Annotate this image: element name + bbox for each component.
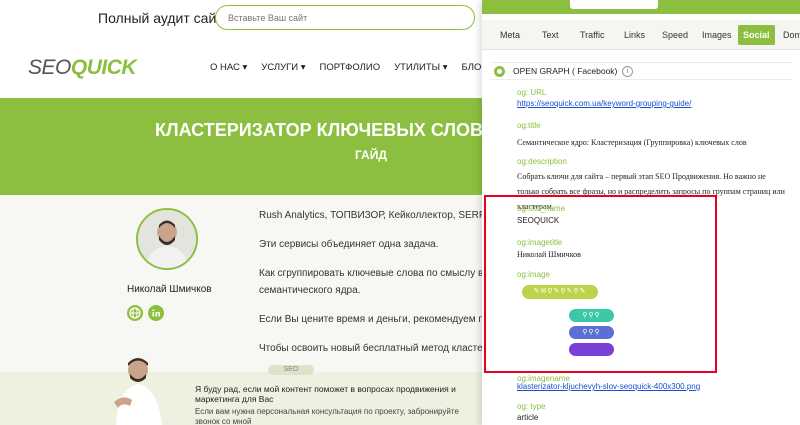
tab-dom[interactable]: Dom [778, 25, 800, 45]
section-title: OPEN GRAPH ( Facebook) [513, 66, 618, 76]
open-graph-section-header[interactable]: OPEN GRAPH ( Facebook) i [490, 62, 792, 80]
globe-glyph [129, 307, 141, 319]
tag-pill[interactable]: SEO [268, 365, 314, 375]
author-photo-icon [138, 210, 196, 268]
panel-header [482, 0, 800, 14]
article-paragraph: Если Вы цените время и деньги, рекоменду… [259, 314, 494, 325]
hero-banner [0, 98, 485, 195]
nav-item-utilities[interactable]: УТИЛИТЫ ▾ [394, 62, 447, 73]
main-nav: О НАС ▾ УСЛУГИ ▾ ПОРТФОЛИО УТИЛИТЫ ▾ БЛО… [210, 62, 494, 73]
tab-traffic[interactable]: Traffic [575, 25, 610, 45]
nav-item-services[interactable]: УСЛУГИ ▾ [261, 62, 305, 73]
tab-meta[interactable]: Meta [495, 25, 525, 45]
promo-title: Я буду рад, если мой контент поможет в в… [195, 384, 456, 404]
og-url-label: og: URL [517, 88, 547, 97]
logo-seo: SEO [28, 56, 71, 79]
hero-title: КЛАСТЕРИЗАТОР КЛЮЧЕВЫХ СЛОВ [155, 120, 483, 140]
site-url-input[interactable] [215, 5, 475, 30]
site-logo[interactable]: SEOQUICK [28, 56, 137, 80]
article-paragraph: Rush Analytics, ТОПВИЗОР, Кейколлектор, … [259, 210, 510, 221]
author-name: Николай Шмичков [127, 284, 212, 295]
page: Полный аудит сайта SEOQUICK О НАС ▾ УСЛУ… [0, 0, 800, 425]
linkedin-icon[interactable] [148, 305, 164, 321]
article-paragraph: Чтобы освоить новый бесплатный метод кла… [259, 343, 494, 354]
audit-title: Полный аудит сайта [98, 10, 231, 26]
hero-subtitle: ГАЙД [355, 148, 387, 162]
og-type-value: article [517, 413, 539, 422]
promo-text: Если вам нужна персональная консультация… [195, 407, 459, 425]
article-paragraph: Эти сервисы объединяет одна задача. [259, 239, 439, 250]
nav-item-about[interactable]: О НАС ▾ [210, 62, 247, 73]
tab-social[interactable]: Social [738, 25, 775, 45]
highlight-box [484, 195, 717, 373]
panel-tabs: Meta Text Traffic Links Speed Images Soc… [482, 20, 800, 50]
globe-icon[interactable] [127, 305, 143, 321]
author-avatar [136, 208, 198, 270]
article-paragraph: семантического ядра. [259, 285, 361, 296]
nav-item-portfolio[interactable]: ПОРТФОЛИО [320, 62, 381, 73]
logo-quick: QUICK [70, 56, 137, 79]
og-title-value: Семантическое ядро: Кластеризация (Групп… [517, 138, 747, 147]
info-icon[interactable]: i [622, 66, 633, 77]
article-paragraph: Как сгруппировать ключевые слова по смыс… [259, 268, 496, 279]
person-photo-icon [114, 358, 162, 425]
og-description-label: og:description [517, 157, 567, 166]
panel-search-box[interactable] [570, 0, 658, 9]
og-url-link[interactable]: https://seoquick.com.ua/keyword-grouping… [517, 99, 691, 108]
linkedin-glyph [152, 309, 160, 317]
tab-speed[interactable]: Speed [657, 25, 693, 45]
tab-images[interactable]: Images [697, 25, 737, 45]
og-type-label: og: type [517, 402, 546, 411]
open-graph-icon [494, 66, 505, 77]
tab-links[interactable]: Links [619, 25, 650, 45]
promo-person-image [110, 350, 170, 425]
og-imagename-link[interactable]: klasterizator-kljuchevyh-slov-seoquick-4… [517, 382, 700, 391]
tab-text[interactable]: Text [537, 25, 564, 45]
og-title-label: og:title [517, 121, 541, 130]
